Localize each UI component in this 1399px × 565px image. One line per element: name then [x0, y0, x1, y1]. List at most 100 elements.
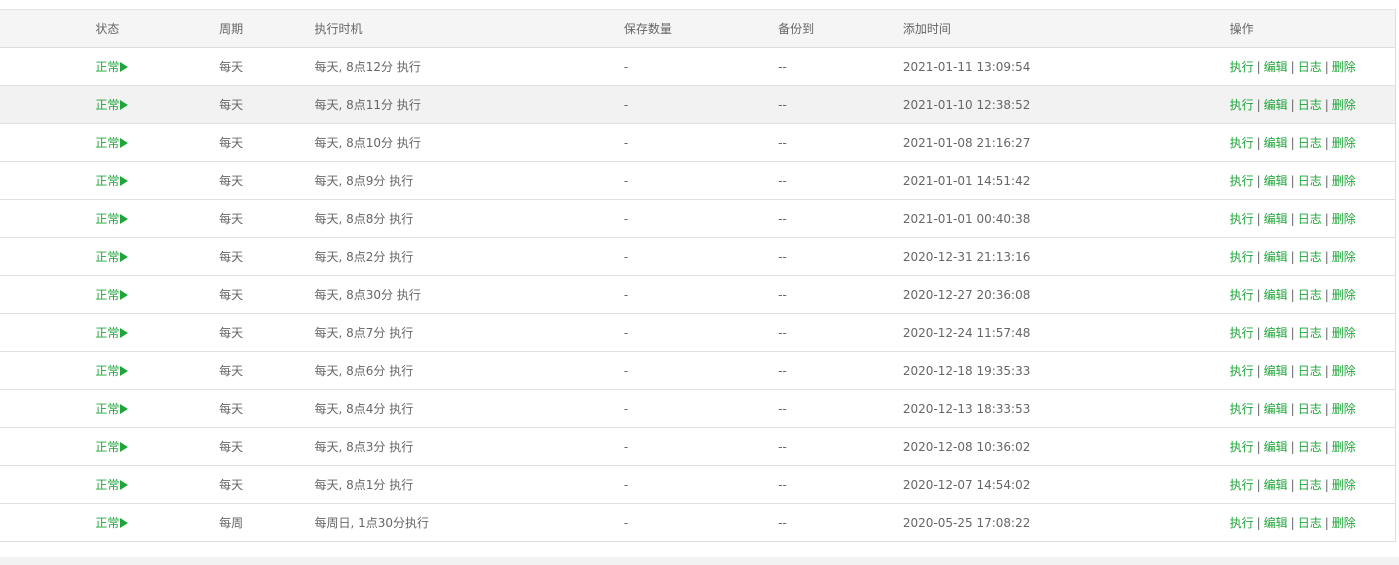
edit-link[interactable]: 编辑 — [1264, 98, 1288, 112]
status-toggle[interactable]: 正常 — [95, 250, 129, 264]
edit-link[interactable]: 编辑 — [1264, 212, 1288, 226]
status-toggle[interactable]: 正常 — [95, 478, 129, 492]
delete-link[interactable]: 删除 — [1332, 174, 1356, 188]
log-link[interactable]: 日志 — [1298, 60, 1322, 74]
status-label[interactable]: 正常 — [95, 364, 119, 378]
run-link[interactable]: 执行 — [1230, 516, 1254, 530]
run-link[interactable]: 执行 — [1230, 326, 1254, 340]
status-toggle[interactable]: 正常 — [95, 98, 129, 112]
status-label[interactable]: 正常 — [95, 478, 119, 492]
edit-link[interactable]: 编辑 — [1264, 364, 1288, 378]
log-link[interactable]: 日志 — [1298, 136, 1322, 150]
delete-link[interactable]: 删除 — [1332, 98, 1356, 112]
play-arrow-icon[interactable] — [120, 214, 129, 224]
delete-link[interactable]: 删除 — [1332, 60, 1356, 74]
play-arrow-icon[interactable] — [120, 100, 129, 110]
delete-link[interactable]: 删除 — [1332, 136, 1356, 150]
log-link[interactable]: 日志 — [1298, 402, 1322, 416]
edit-link[interactable]: 编辑 — [1264, 250, 1288, 264]
status-label[interactable]: 正常 — [95, 136, 119, 150]
edit-link[interactable]: 编辑 — [1264, 478, 1288, 492]
status-label[interactable]: 正常 — [95, 440, 119, 454]
delete-link[interactable]: 删除 — [1332, 250, 1356, 264]
play-arrow-icon[interactable] — [120, 328, 129, 338]
play-arrow-icon[interactable] — [120, 442, 129, 452]
log-link[interactable]: 日志 — [1298, 212, 1322, 226]
edit-link[interactable]: 编辑 — [1264, 288, 1288, 302]
run-link[interactable]: 执行 — [1230, 402, 1254, 416]
log-link[interactable]: 日志 — [1298, 364, 1322, 378]
run-link[interactable]: 执行 — [1230, 212, 1254, 226]
delete-link[interactable]: 删除 — [1332, 364, 1356, 378]
play-arrow-icon[interactable] — [120, 290, 129, 300]
play-arrow-icon[interactable] — [120, 518, 129, 528]
status-toggle[interactable]: 正常 — [95, 516, 129, 530]
log-link[interactable]: 日志 — [1298, 288, 1322, 302]
status-label[interactable]: 正常 — [95, 174, 119, 188]
status-toggle[interactable]: 正常 — [95, 402, 129, 416]
run-link[interactable]: 执行 — [1230, 60, 1254, 74]
log-link[interactable]: 日志 — [1298, 174, 1322, 188]
table-row: 正常 每天 每天, 8点11分 执行 - -- 2021-01-10 12:38:52 执行… — [0, 85, 1395, 124]
delete-link[interactable]: 删除 — [1332, 402, 1356, 416]
added-time-cell: 2020-12-24 11:57:48 — [902, 313, 1230, 352]
edit-link[interactable]: 编辑 — [1264, 60, 1288, 74]
status-toggle[interactable]: 正常 — [95, 136, 129, 150]
status-label[interactable]: 正常 — [95, 60, 119, 74]
play-arrow-icon[interactable] — [120, 176, 129, 186]
edit-link[interactable]: 编辑 — [1264, 136, 1288, 150]
status-toggle[interactable]: 正常 — [95, 174, 129, 188]
run-link[interactable]: 执行 — [1230, 174, 1254, 188]
log-link[interactable]: 日志 — [1298, 478, 1322, 492]
log-link[interactable]: 日志 — [1298, 440, 1322, 454]
run-link[interactable]: 执行 — [1230, 440, 1254, 454]
status-label[interactable]: 正常 — [95, 212, 119, 226]
edit-link[interactable]: 编辑 — [1264, 516, 1288, 530]
status-toggle[interactable]: 正常 — [95, 60, 129, 74]
status-label[interactable]: 正常 — [95, 516, 119, 530]
edit-link[interactable]: 编辑 — [1264, 402, 1288, 416]
status-label[interactable]: 正常 — [95, 402, 119, 416]
delete-link[interactable]: 删除 — [1332, 478, 1356, 492]
run-link[interactable]: 执行 — [1230, 364, 1254, 378]
header-added-time: 添加时间 — [902, 9, 1230, 48]
play-arrow-icon[interactable] — [120, 252, 129, 262]
status-toggle[interactable]: 正常 — [95, 364, 129, 378]
action-separator: | — [1256, 136, 1261, 150]
action-separator: | — [1324, 250, 1329, 264]
play-arrow-icon[interactable] — [120, 366, 129, 376]
delete-link[interactable]: 删除 — [1332, 516, 1356, 530]
log-link[interactable]: 日志 — [1298, 326, 1322, 340]
edit-link[interactable]: 编辑 — [1264, 174, 1288, 188]
delete-link[interactable]: 删除 — [1332, 326, 1356, 340]
status-toggle[interactable]: 正常 — [95, 326, 129, 340]
edit-link[interactable]: 编辑 — [1264, 326, 1288, 340]
log-link[interactable]: 日志 — [1298, 250, 1322, 264]
run-link[interactable]: 执行 — [1230, 478, 1254, 492]
timing-cell: 每天, 8点7分 执行 — [314, 313, 624, 352]
status-label[interactable]: 正常 — [95, 98, 119, 112]
log-link[interactable]: 日志 — [1298, 98, 1322, 112]
status-label[interactable]: 正常 — [95, 326, 119, 340]
edit-link[interactable]: 编辑 — [1264, 440, 1288, 454]
status-toggle[interactable]: 正常 — [95, 212, 129, 226]
play-arrow-icon[interactable] — [120, 404, 129, 414]
run-link[interactable]: 执行 — [1230, 98, 1254, 112]
status-label[interactable]: 正常 — [95, 250, 119, 264]
delete-link[interactable]: 删除 — [1332, 212, 1356, 226]
play-arrow-icon[interactable] — [120, 480, 129, 490]
delete-link[interactable]: 删除 — [1332, 440, 1356, 454]
status-label[interactable]: 正常 — [95, 288, 119, 302]
save-count-cell: - — [623, 237, 779, 276]
run-link[interactable]: 执行 — [1230, 250, 1254, 264]
play-arrow-icon[interactable] — [120, 62, 129, 72]
delete-link[interactable]: 删除 — [1332, 288, 1356, 302]
play-arrow-icon[interactable] — [120, 138, 129, 148]
bottom-band — [0, 557, 1399, 565]
run-link[interactable]: 执行 — [1230, 288, 1254, 302]
status-toggle[interactable]: 正常 — [95, 288, 129, 302]
log-link[interactable]: 日志 — [1298, 516, 1322, 530]
run-link[interactable]: 执行 — [1230, 136, 1254, 150]
status-toggle[interactable]: 正常 — [95, 440, 129, 454]
timing-cell: 每天, 8点2分 执行 — [314, 237, 624, 276]
